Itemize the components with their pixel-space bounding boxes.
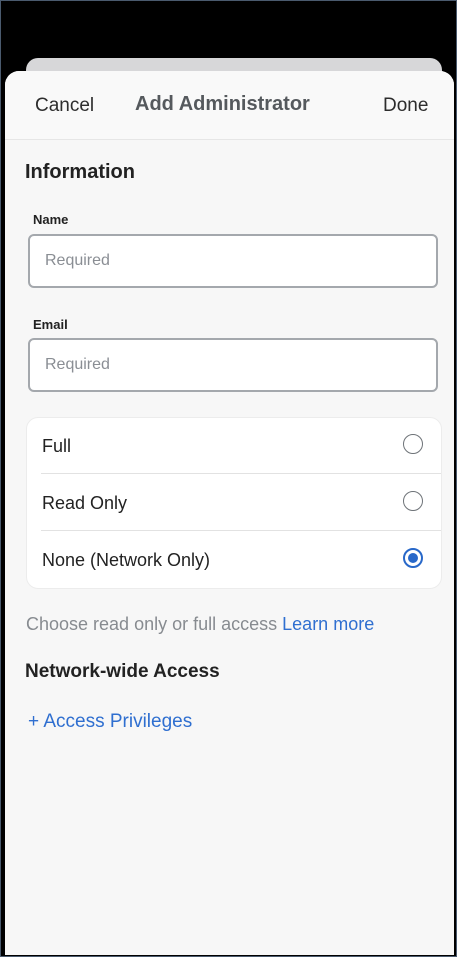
divider — [41, 473, 441, 474]
access-help-text: Choose read only or full access Learn mo… — [26, 614, 374, 635]
access-option-none-network-only[interactable]: None (Network Only) — [27, 532, 441, 588]
cancel-button[interactable]: Cancel — [35, 95, 94, 117]
email-field-container — [28, 338, 438, 392]
radio-unselected-icon[interactable] — [403, 491, 423, 511]
add-access-privileges-button[interactable]: + Access Privileges — [28, 711, 192, 733]
information-heading: Information — [25, 161, 135, 183]
help-text: Choose read only or full access — [26, 614, 278, 634]
access-option-read-only[interactable]: Read Only — [27, 475, 441, 531]
divider — [41, 530, 441, 531]
name-label: Name — [33, 212, 69, 227]
add-administrator-sheet: Cancel Add Administrator Done Informatio… — [5, 71, 454, 955]
email-label: Email — [33, 317, 68, 332]
radio-unselected-icon[interactable] — [403, 434, 423, 454]
email-field[interactable] — [30, 340, 436, 390]
access-option-label: None (Network Only) — [42, 550, 211, 570]
learn-more-link[interactable]: Learn more — [282, 614, 374, 634]
access-level-card: Full Read Only None (Network Only) — [26, 417, 442, 589]
radio-selected-icon[interactable] — [403, 548, 423, 568]
network-wide-access-heading: Network-wide Access — [25, 661, 220, 682]
access-option-label: Full — [42, 436, 72, 456]
page-title: Add Administrator — [135, 93, 310, 115]
name-field-container — [28, 234, 438, 288]
name-field[interactable] — [30, 236, 436, 286]
navigation-bar: Cancel Add Administrator Done — [5, 71, 454, 140]
done-button[interactable]: Done — [383, 95, 428, 117]
access-option-full[interactable]: Full — [27, 418, 441, 474]
access-option-label: Read Only — [42, 493, 128, 513]
